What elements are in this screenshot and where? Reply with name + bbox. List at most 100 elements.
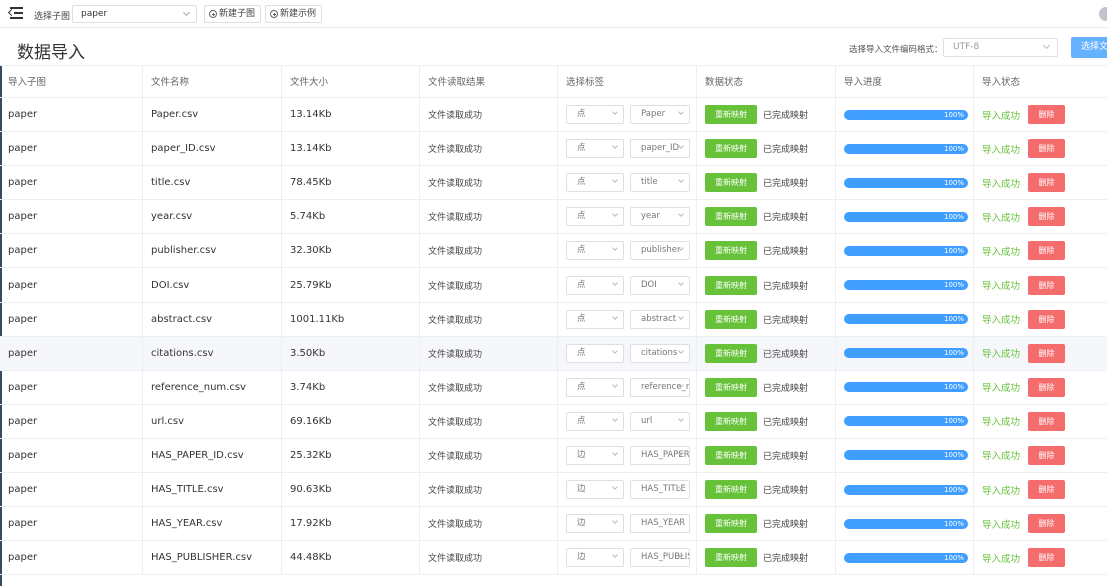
element-type-select[interactable]: 点 (566, 139, 624, 159)
element-type-value: 点 (577, 347, 586, 358)
new-subgraph-button[interactable]: 新建子图 (204, 5, 262, 23)
subgraph-select[interactable]: paper (72, 5, 197, 23)
label-cell: 边 HAS_PAPER_ID (558, 438, 697, 473)
element-type-select[interactable]: 点 (566, 377, 624, 397)
import-status-cell: 导入成功 删除 (974, 507, 1107, 540)
element-type-select[interactable]: 边 (566, 548, 624, 568)
label-select[interactable]: year (630, 207, 690, 227)
data-status-cell: 重新映射 已完成映射 (697, 302, 836, 336)
element-type-select[interactable]: 点 (566, 343, 624, 363)
import-status-text: 导入成功 (982, 110, 1021, 122)
remap-button[interactable]: 重新映射 (705, 241, 757, 261)
remap-button[interactable]: 重新映射 (705, 480, 757, 500)
element-type-value: 边 (577, 449, 586, 460)
choose-file-button[interactable]: 选择文件 (1071, 37, 1107, 58)
delete-button[interactable]: 删除 (1028, 343, 1066, 363)
progress-text: 100% (943, 212, 964, 221)
remap-button[interactable]: 重新映射 (705, 377, 757, 397)
element-type-select[interactable]: 点 (566, 411, 624, 431)
remap-button[interactable]: 重新映射 (705, 411, 757, 431)
remap-button[interactable]: 重新映射 (705, 207, 757, 227)
delete-button[interactable]: 删除 (1028, 105, 1066, 125)
label-select[interactable]: HAS_PUBLISHER (630, 548, 690, 568)
read-result-cell: 文件读取成功 (420, 507, 558, 541)
avatar[interactable] (1099, 7, 1107, 21)
delete-button[interactable]: 删除 (1028, 173, 1066, 193)
element-type-select[interactable]: 边 (566, 514, 624, 534)
label-select[interactable]: DOI (630, 275, 690, 295)
element-type-select[interactable]: 点 (566, 241, 624, 261)
element-type-select[interactable]: 点 (566, 275, 624, 295)
col-header-result: 导入状态 (982, 77, 1021, 88)
remap-button[interactable]: 重新映射 (705, 514, 757, 534)
delete-button[interactable]: 删除 (1028, 514, 1066, 534)
label-select[interactable]: HAS_TITLE (630, 480, 690, 500)
element-type-select[interactable]: 点 (566, 173, 624, 193)
encoding-select[interactable]: UTF-8 (943, 38, 1058, 57)
remap-button[interactable]: 重新映射 (705, 105, 757, 125)
delete-button[interactable]: 删除 (1028, 241, 1066, 261)
read-result-cell: 文件读取成功 (420, 336, 558, 370)
delete-button[interactable]: 删除 (1028, 139, 1066, 159)
element-type-value: 点 (577, 143, 586, 154)
element-type-select[interactable]: 边 (566, 445, 624, 465)
progress-cell: 100% (836, 166, 974, 200)
remap-button[interactable]: 重新映射 (705, 173, 757, 193)
chevron-down-icon (182, 8, 191, 17)
table-row: paper HAS_TITLE.csv 90.63Kb 文件读取成功 边 HAS… (0, 473, 1107, 508)
element-type-select[interactable]: 点 (566, 207, 624, 227)
label-value: paper_ID (641, 143, 680, 154)
remap-button[interactable]: 重新映射 (705, 139, 757, 159)
read-result-cell: 文件读取成功 (420, 166, 558, 200)
file-name-cell: abstract.csv (143, 302, 282, 336)
remap-button[interactable]: 重新映射 (705, 343, 757, 363)
label-select[interactable]: paper_ID (630, 139, 690, 159)
label-select[interactable]: url (630, 411, 690, 431)
delete-button[interactable]: 删除 (1028, 377, 1066, 397)
label-select[interactable]: title (630, 173, 690, 193)
progress-text: 100% (943, 144, 964, 153)
table-row: paper title.csv 78.45Kb 文件读取成功 点 title 重… (0, 166, 1107, 201)
progress-cell: 100% (836, 438, 974, 473)
label-select[interactable]: HAS_YEAR (630, 514, 690, 534)
delete-button[interactable]: 删除 (1028, 445, 1066, 465)
progress-bar: 100% (844, 552, 968, 563)
read-result-cell: 文件读取成功 (420, 541, 558, 575)
new-example-button[interactable]: 新建示例 (265, 5, 323, 23)
delete-button[interactable]: 删除 (1028, 207, 1066, 227)
remap-button[interactable]: 重新映射 (705, 309, 757, 329)
import-status-text: 导入成功 (982, 349, 1021, 361)
progress-cell: 100% (836, 302, 974, 336)
data-status-cell: 重新映射 已完成映射 (697, 234, 836, 268)
file-name-cell: HAS_PUBLISHER.csv (143, 541, 282, 575)
delete-button[interactable]: 删除 (1028, 548, 1066, 568)
file-name-cell: reference_num.csv (143, 370, 282, 404)
remap-button[interactable]: 重新映射 (705, 275, 757, 295)
progress-bar: 100% (844, 177, 968, 188)
delete-button[interactable]: 删除 (1028, 411, 1066, 431)
remap-button[interactable]: 重新映射 (705, 445, 757, 465)
label-cell: 点 paper_ID (558, 132, 697, 166)
mapping-status: 已完成映射 (763, 315, 809, 326)
label-select[interactable]: reference_num (630, 377, 690, 397)
element-type-select[interactable]: 点 (566, 105, 624, 125)
collapse-menu-icon[interactable] (7, 6, 24, 20)
remap-button[interactable]: 重新映射 (705, 548, 757, 568)
label-select[interactable]: HAS_PAPER_ID (630, 445, 690, 465)
element-type-select[interactable]: 点 (566, 309, 624, 329)
delete-button[interactable]: 删除 (1028, 480, 1066, 500)
label-select[interactable]: abstract (630, 309, 690, 329)
label-select[interactable]: citations (630, 343, 690, 363)
element-type-select[interactable]: 边 (566, 480, 624, 500)
file-name-cell: publisher.csv (143, 234, 282, 268)
file-size-cell: 44.48Kb (282, 541, 420, 575)
delete-button[interactable]: 删除 (1028, 275, 1066, 295)
new-example-label: 新建示例 (280, 9, 317, 19)
label-select[interactable]: Paper (630, 105, 690, 125)
table-row: paper publisher.csv 32.30Kb 文件读取成功 点 pub… (0, 234, 1107, 269)
graph-cell: paper (0, 438, 143, 473)
delete-button[interactable]: 删除 (1028, 309, 1066, 329)
table-row: paper year.csv 5.74Kb 文件读取成功 点 year 重新映射… (0, 200, 1107, 235)
label-select[interactable]: publisher (630, 241, 690, 261)
file-size-cell: 78.45Kb (282, 166, 420, 200)
